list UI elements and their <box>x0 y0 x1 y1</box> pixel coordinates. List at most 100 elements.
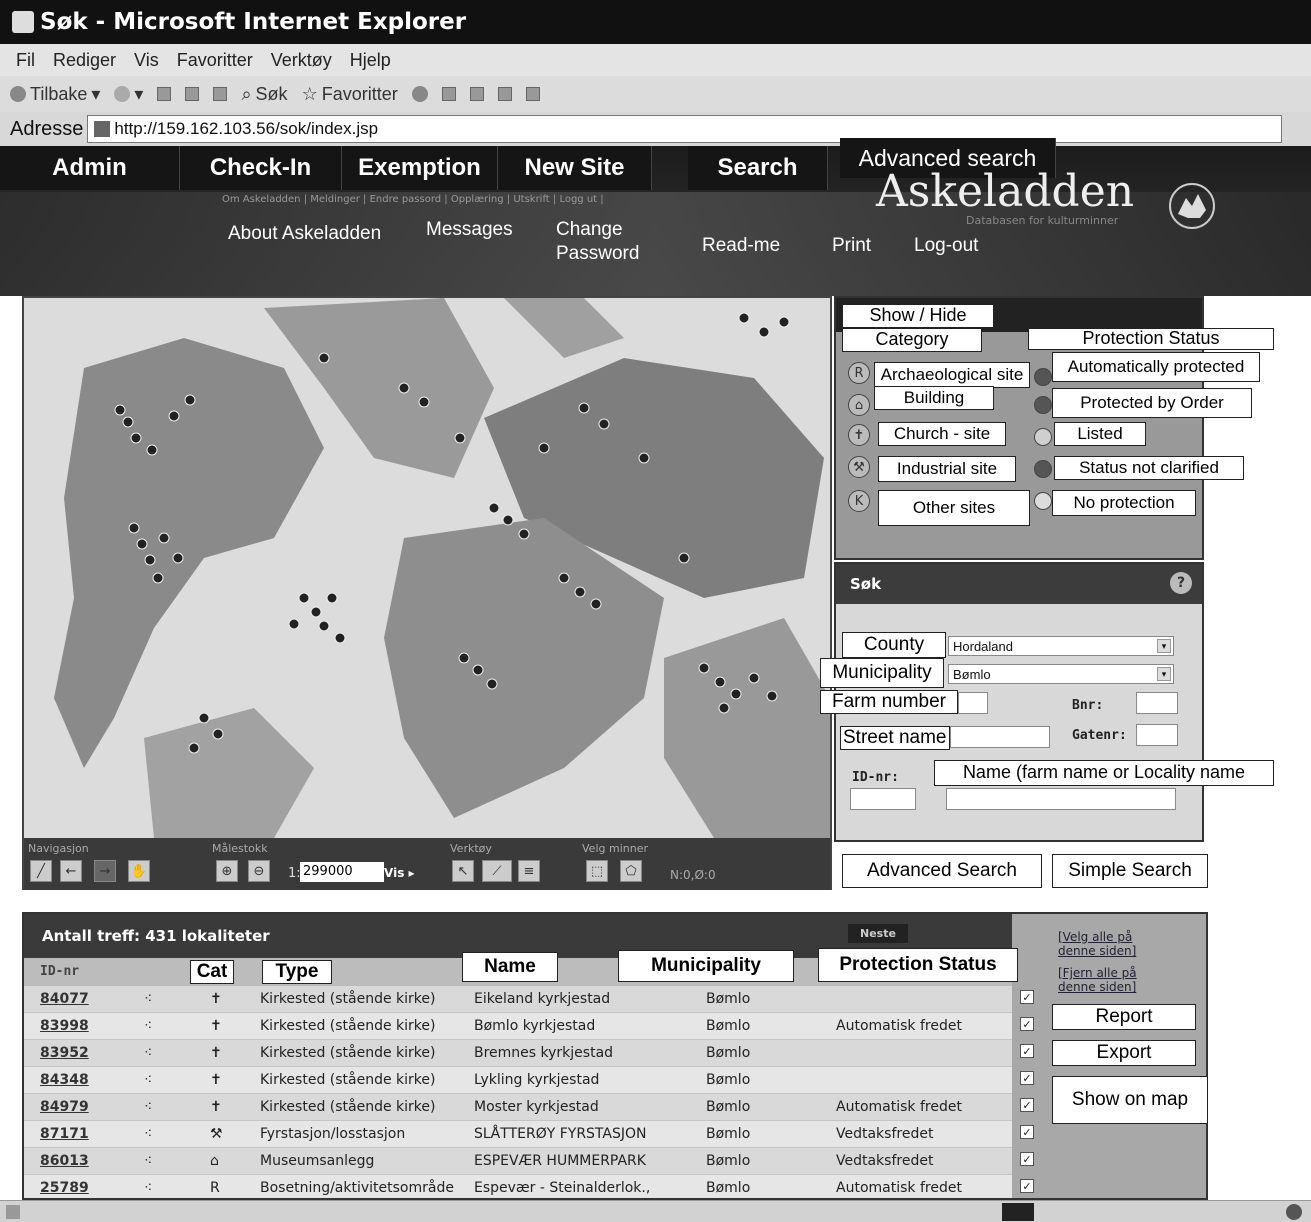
prot-auto-dot-icon[interactable] <box>1034 368 1052 386</box>
row-checkbox[interactable]: ✓ <box>1020 1071 1034 1085</box>
menu-view[interactable]: Vis <box>134 50 159 71</box>
zoom-out-icon[interactable]: ⊖ <box>248 860 270 882</box>
category-other[interactable]: Other sites <box>878 490 1030 526</box>
archaeological-site-icon[interactable]: R <box>848 362 870 384</box>
table-row[interactable]: 84348 ⁖ ✝ Kirkested (stående kirke) Lykling … <box>24 1067 1034 1094</box>
select-all-link[interactable]: [Velg alle på denne siden] <box>1058 930 1168 959</box>
stop-icon[interactable] <box>157 87 172 101</box>
gatenr-input[interactable] <box>1136 724 1178 746</box>
discuss-icon[interactable] <box>525 87 540 101</box>
home-icon[interactable] <box>213 87 228 101</box>
favorites-button[interactable]: ☆ Favoritter <box>302 84 398 105</box>
rect-select-icon[interactable]: ⬚ <box>586 860 608 882</box>
prot-order-dot-icon[interactable] <box>1034 396 1052 414</box>
street-name-input[interactable] <box>950 726 1050 748</box>
menu-file[interactable]: Fil <box>16 50 35 71</box>
result-id-link[interactable]: 84077 <box>40 991 89 1007</box>
category-archaeological[interactable]: Archaeological site <box>874 362 1030 388</box>
menu-tools[interactable]: Verktøy <box>271 50 332 71</box>
deselect-all-link[interactable]: [Fjern alle på denne siden] <box>1058 966 1168 995</box>
next-page-link[interactable]: Neste <box>848 924 908 943</box>
table-row[interactable]: 86013 ⁖ ⌂ Museumsanlegg ESPEVÆR HUMMERPARK Bø… <box>24 1148 1034 1175</box>
municipality-select[interactable]: Bømlo ▾ <box>948 664 1174 684</box>
category-industrial[interactable]: Industrial site <box>878 456 1016 482</box>
link-logout[interactable]: Log-out <box>914 234 978 258</box>
nav-exemption[interactable]: Exemption <box>342 146 498 190</box>
select-arrow-icon[interactable]: ↖ <box>452 860 474 882</box>
result-id-link[interactable]: 83952 <box>40 1045 89 1061</box>
building-icon[interactable]: ⌂ <box>848 394 870 416</box>
county-select[interactable]: Hordaland ▾ <box>948 636 1174 656</box>
forward-button[interactable]: ▾ <box>114 84 143 105</box>
result-id-link[interactable]: 87171 <box>40 1126 89 1142</box>
list-icon[interactable]: ≡ <box>518 860 540 882</box>
help-icon[interactable]: ? <box>1170 572 1192 594</box>
prot-unclarified-dot-icon[interactable] <box>1034 460 1052 478</box>
nav-search[interactable]: Search <box>688 146 828 190</box>
simple-search-button[interactable]: Simple Search <box>1052 854 1208 888</box>
scale-input[interactable]: 299000 <box>300 862 384 882</box>
map-canvas[interactable] <box>24 298 830 838</box>
pan-tool-icon[interactable]: ╱ <box>30 860 52 882</box>
bnr-input[interactable] <box>1136 692 1178 714</box>
protection-automatic[interactable]: Automatically protected <box>1052 352 1260 382</box>
hand-icon[interactable]: ✋ <box>128 860 150 882</box>
row-checkbox[interactable]: ✓ <box>1020 1044 1034 1058</box>
export-button[interactable]: Export <box>1052 1040 1196 1066</box>
link-about[interactable]: About Askeladden <box>228 222 381 246</box>
mail-icon[interactable] <box>441 87 456 101</box>
prot-none-dot-icon[interactable] <box>1034 492 1052 510</box>
table-row[interactable]: 25789 ⁖ R Bosetning/aktivitetsområde Espevær… <box>24 1175 1034 1198</box>
row-checkbox[interactable]: ✓ <box>1020 1152 1034 1166</box>
link-change-password[interactable]: Change Password <box>556 218 666 266</box>
table-row[interactable]: 84979 ⁖ ✝ Kirkested (stående kirke) Moster k… <box>24 1094 1034 1121</box>
polygon-select-icon[interactable]: ⬠ <box>620 860 642 882</box>
menu-edit[interactable]: Rediger <box>53 50 116 71</box>
row-checkbox[interactable]: ✓ <box>1020 990 1034 1004</box>
protection-listed[interactable]: Listed <box>1054 422 1146 446</box>
name-input[interactable] <box>946 788 1176 810</box>
history-icon[interactable] <box>411 86 428 102</box>
menu-favorites[interactable]: Favoritter <box>177 50 253 71</box>
result-id-link[interactable]: 86013 <box>40 1153 89 1169</box>
search-button[interactable]: ⌕ Søk <box>241 84 287 105</box>
nav-admin[interactable]: Admin <box>0 146 180 190</box>
link-messages[interactable]: Messages <box>426 218 513 242</box>
category-building[interactable]: Building <box>874 386 994 410</box>
table-row[interactable]: 84077 ⁖ ✝ Kirkested (stående kirke) Eikeland… <box>24 986 1034 1013</box>
result-id-link[interactable]: 83998 <box>40 1018 89 1034</box>
edit-icon[interactable] <box>497 87 512 101</box>
church-icon[interactable]: ✝ <box>848 424 870 446</box>
show-hide-toggle[interactable]: Show / Hide <box>842 304 994 328</box>
measure-icon[interactable]: ⟋ <box>482 860 512 882</box>
link-readme[interactable]: Read-me <box>702 234 780 258</box>
show-on-map-button[interactable]: Show on map <box>1052 1076 1208 1124</box>
nav-new-site[interactable]: New Site <box>498 146 652 190</box>
row-checkbox[interactable]: ✓ <box>1020 1098 1034 1112</box>
table-row[interactable]: 87171 ⁖ ⚒ Fyrstasjon/losstasjon SLÅTTERØY FY… <box>24 1121 1034 1148</box>
back-button[interactable]: Tilbake ▾ <box>10 84 100 105</box>
row-checkbox[interactable]: ✓ <box>1020 1017 1034 1031</box>
farm-number-input[interactable] <box>958 692 988 714</box>
idnr-input[interactable] <box>850 788 916 810</box>
prot-listed-dot-icon[interactable] <box>1034 428 1052 446</box>
result-id-link[interactable]: 84348 <box>40 1072 89 1088</box>
refresh-icon[interactable] <box>185 87 200 101</box>
back-extent-icon[interactable]: ← <box>60 860 82 882</box>
link-print[interactable]: Print <box>832 234 871 258</box>
table-row[interactable]: 83998 ⁖ ✝ Kirkested (stående kirke) Bømlo ky… <box>24 1013 1034 1040</box>
category-church[interactable]: Church - site <box>878 422 1006 446</box>
address-input[interactable]: http://159.162.103.56/sok/index.jsp <box>87 115 1283 143</box>
report-button[interactable]: Report <box>1052 1004 1196 1030</box>
forward-extent-icon[interactable]: → <box>94 860 116 882</box>
scale-go-button[interactable]: Vis ▸ <box>384 866 415 880</box>
result-id-link[interactable]: 25789 <box>40 1180 89 1196</box>
table-row[interactable]: 83952 ⁖ ✝ Kirkested (stående kirke) Bremnes … <box>24 1040 1034 1067</box>
zoom-in-icon[interactable]: ⊕ <box>216 860 238 882</box>
row-checkbox[interactable]: ✓ <box>1020 1125 1034 1139</box>
other-sites-icon[interactable]: K <box>848 490 870 512</box>
row-checkbox[interactable]: ✓ <box>1020 1179 1034 1193</box>
protection-by-order[interactable]: Protected by Order <box>1052 388 1252 418</box>
protection-not-clarified[interactable]: Status not clarified <box>1054 456 1244 480</box>
menu-help[interactable]: Hjelp <box>350 50 391 71</box>
